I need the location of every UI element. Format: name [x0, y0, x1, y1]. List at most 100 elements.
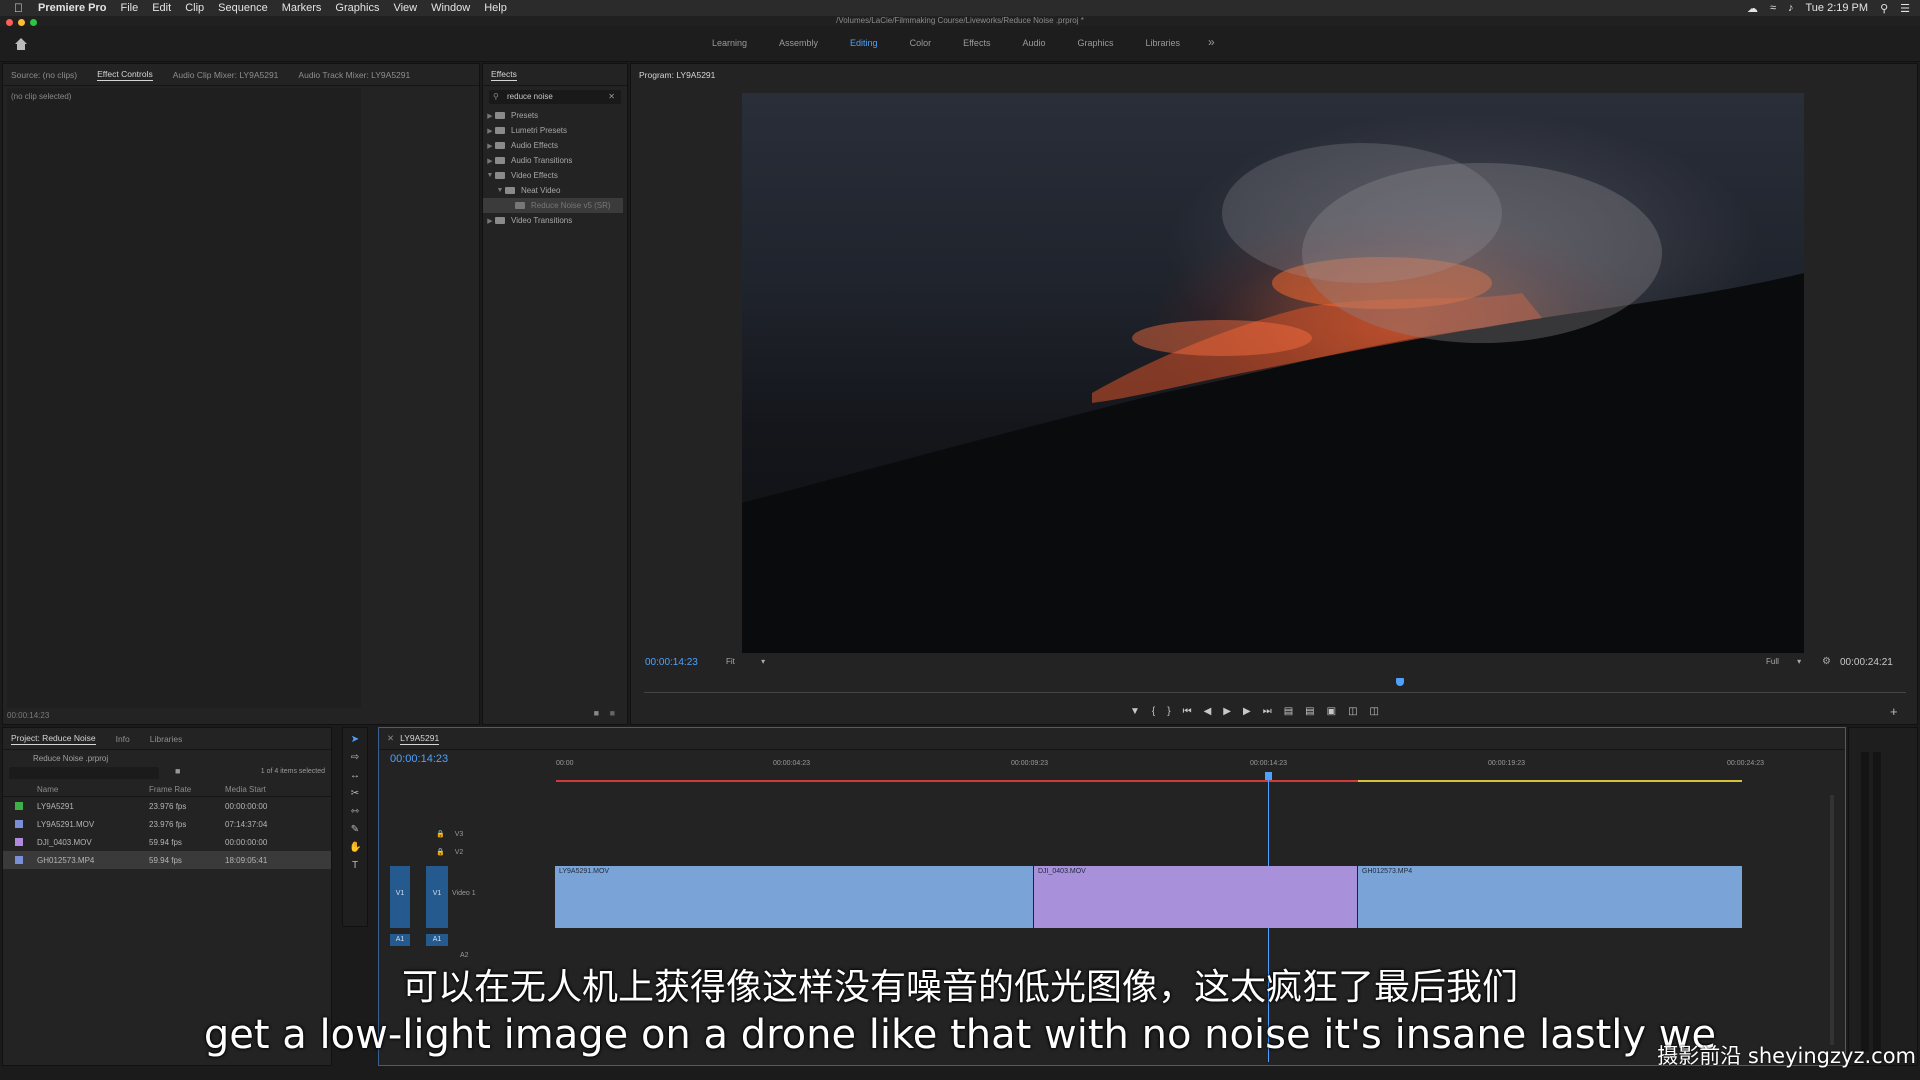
lock-icon[interactable]: 🔒	[436, 849, 445, 856]
tab-audio-track-mixer[interactable]: Audio Track Mixer: LY9A5291	[298, 70, 410, 80]
new-bin-icon[interactable]: ■	[175, 766, 180, 776]
tree-item-audio-transitions[interactable]: ▶ Audio Transitions	[483, 153, 627, 168]
close-sequence-icon[interactable]: ✕	[387, 733, 394, 744]
mark-in-icon[interactable]: {	[1152, 706, 1155, 717]
track-v1-header[interactable]: V1	[426, 866, 448, 928]
menu-clip[interactable]: Clip	[185, 2, 204, 14]
workspace-tab-effects[interactable]: Effects	[963, 38, 990, 48]
button-editor-icon[interactable]: +	[1890, 704, 1898, 719]
razor-tool-icon[interactable]: ✂	[349, 788, 361, 800]
type-tool-icon[interactable]: T	[349, 860, 361, 872]
timeline-timecode[interactable]: 00:00:14:23	[390, 753, 448, 765]
playhead-handle[interactable]	[1265, 772, 1272, 780]
menu-window[interactable]: Window	[431, 2, 470, 14]
export-frame-icon[interactable]: ▣	[1327, 706, 1336, 717]
step-back-icon[interactable]: ◀	[1204, 706, 1212, 717]
col-name[interactable]: Name	[37, 785, 149, 794]
new-bin-icon[interactable]: ■	[594, 708, 599, 718]
table-row[interactable]: LY9A5291.MOV 23.976 fps 07:14:37:04	[3, 815, 331, 833]
timeline-ruler[interactable]: 00:00 00:00:04:23 00:00:09:23 00:00:14:2…	[556, 760, 1836, 782]
volume-icon[interactable]: ♪	[1788, 2, 1794, 14]
clear-search-icon[interactable]: ✕	[608, 90, 615, 104]
lift-icon[interactable]: ▤	[1284, 706, 1293, 717]
wrench-icon[interactable]: ⚙	[1822, 656, 1831, 667]
menu-graphics[interactable]: Graphics	[335, 2, 379, 14]
workspace-tab-color[interactable]: Color	[910, 38, 932, 48]
program-scrubber[interactable]	[644, 692, 1906, 693]
add-marker-icon[interactable]: ▼	[1130, 706, 1140, 717]
timeline-clip-3[interactable]: GH012573.MP4	[1358, 866, 1742, 928]
table-row[interactable]: GH012573.MP4 59.94 fps 18:09:05:41	[3, 851, 331, 869]
clock[interactable]: Tue 2:19 PM	[1805, 2, 1868, 14]
track-a1-header[interactable]: A1	[390, 934, 410, 946]
extract-icon[interactable]: ▤	[1305, 706, 1314, 717]
col-frame-rate[interactable]: Frame Rate	[149, 785, 225, 794]
effects-search-field[interactable]: ⚲ reduce noise ✕	[489, 90, 621, 104]
tab-sequence[interactable]: LY9A5291	[400, 733, 440, 745]
tree-item-lumetri-presets[interactable]: ▶ Lumetri Presets	[483, 123, 627, 138]
tab-audio-clip-mixer[interactable]: Audio Clip Mixer: LY9A5291	[173, 70, 279, 80]
menu-file[interactable]: File	[120, 2, 138, 14]
slip-tool-icon[interactable]: ⇿	[349, 806, 361, 818]
tab-effect-controls[interactable]: Effect Controls	[97, 69, 153, 81]
pen-tool-icon[interactable]: ✎	[349, 824, 361, 836]
hand-tool-icon[interactable]: ✋	[349, 842, 361, 854]
fit-dropdown[interactable]: Fit ▾	[726, 657, 765, 666]
mark-out-icon[interactable]: }	[1167, 706, 1170, 717]
menu-sequence[interactable]: Sequence	[218, 2, 268, 14]
tree-item-audio-effects[interactable]: ▶ Audio Effects	[483, 138, 627, 153]
tree-item-presets[interactable]: ▶ Presets	[483, 108, 627, 123]
go-to-out-icon[interactable]: ⏭	[1263, 706, 1272, 717]
workspace-tab-assembly[interactable]: Assembly	[779, 38, 818, 48]
quality-dropdown[interactable]: Full ▾	[1766, 657, 1801, 666]
menu-edit[interactable]: Edit	[152, 2, 171, 14]
menu-help[interactable]: Help	[484, 2, 507, 14]
tab-libraries[interactable]: Libraries	[150, 734, 183, 744]
tree-item-reduce-noise[interactable]: Reduce Noise v5 (SR)	[483, 198, 623, 213]
menu-view[interactable]: View	[393, 2, 417, 14]
program-timecode[interactable]: 00:00:14:23	[645, 657, 698, 668]
lock-icon[interactable]: 🔒	[436, 831, 445, 838]
tab-effects[interactable]: Effects	[491, 69, 517, 81]
close-window-button[interactable]	[6, 19, 13, 26]
comparison-view-icon[interactable]: ◫	[1348, 706, 1357, 717]
selection-tool-icon[interactable]: ➤	[349, 734, 361, 746]
ripple-edit-tool-icon[interactable]: ↔	[349, 770, 361, 782]
workspace-tab-audio[interactable]: Audio	[1022, 38, 1045, 48]
spotlight-search-icon[interactable]: ⚲	[1880, 2, 1888, 15]
creative-cloud-icon[interactable]: ☁	[1747, 2, 1758, 15]
app-menu[interactable]: Premiere Pro	[38, 2, 106, 14]
workspace-tab-libraries[interactable]: Libraries	[1146, 38, 1181, 48]
program-monitor-title[interactable]: Program: LY9A5291	[639, 70, 715, 81]
table-row[interactable]: LY9A5291 23.976 fps 00:00:00:00	[3, 797, 331, 815]
project-search-input[interactable]	[9, 767, 159, 779]
tree-item-video-transitions[interactable]: ▶ Video Transitions	[483, 213, 627, 228]
delete-icon[interactable]: ■	[610, 708, 615, 718]
zoom-window-button[interactable]	[30, 19, 37, 26]
play-icon[interactable]: ▶	[1223, 706, 1231, 717]
track-v1-target[interactable]: V1	[390, 866, 410, 928]
track-select-tool-icon[interactable]: ⇨	[349, 752, 361, 764]
timeline-clip-1[interactable]: LY9A5291.MOV	[555, 866, 1033, 928]
notification-center-icon[interactable]: ☰	[1900, 2, 1910, 15]
apple-icon[interactable]: 	[14, 1, 26, 15]
program-video-frame[interactable]	[742, 93, 1804, 653]
table-row[interactable]: DJI_0403.MOV 59.94 fps 00:00:00:00	[3, 833, 331, 851]
track-v3[interactable]: 🔒 V3	[386, 830, 463, 838]
workspace-tab-learning[interactable]: Learning	[712, 38, 747, 48]
multicam-icon[interactable]: ◫	[1370, 706, 1379, 717]
menu-markers[interactable]: Markers	[282, 2, 322, 14]
wifi-icon[interactable]: ≈	[1770, 2, 1776, 14]
timeline-clip-2[interactable]: DJI_0403.MOV	[1034, 866, 1357, 928]
track-v2[interactable]: 🔒 V2	[386, 848, 463, 856]
tab-source[interactable]: Source: (no clips)	[11, 70, 77, 80]
go-to-in-icon[interactable]: ⏮	[1183, 706, 1192, 717]
program-playhead[interactable]	[1396, 678, 1404, 686]
tab-project[interactable]: Project: Reduce Noise	[11, 733, 96, 745]
col-media-start[interactable]: Media Start	[225, 785, 295, 794]
home-icon[interactable]	[14, 37, 28, 51]
tree-item-neat-video[interactable]: ▼ Neat Video	[483, 183, 627, 198]
track-a2-header[interactable]: A1	[426, 934, 448, 946]
more-workspaces-icon[interactable]: »	[1208, 35, 1215, 49]
tree-item-video-effects[interactable]: ▼ Video Effects	[483, 168, 627, 183]
